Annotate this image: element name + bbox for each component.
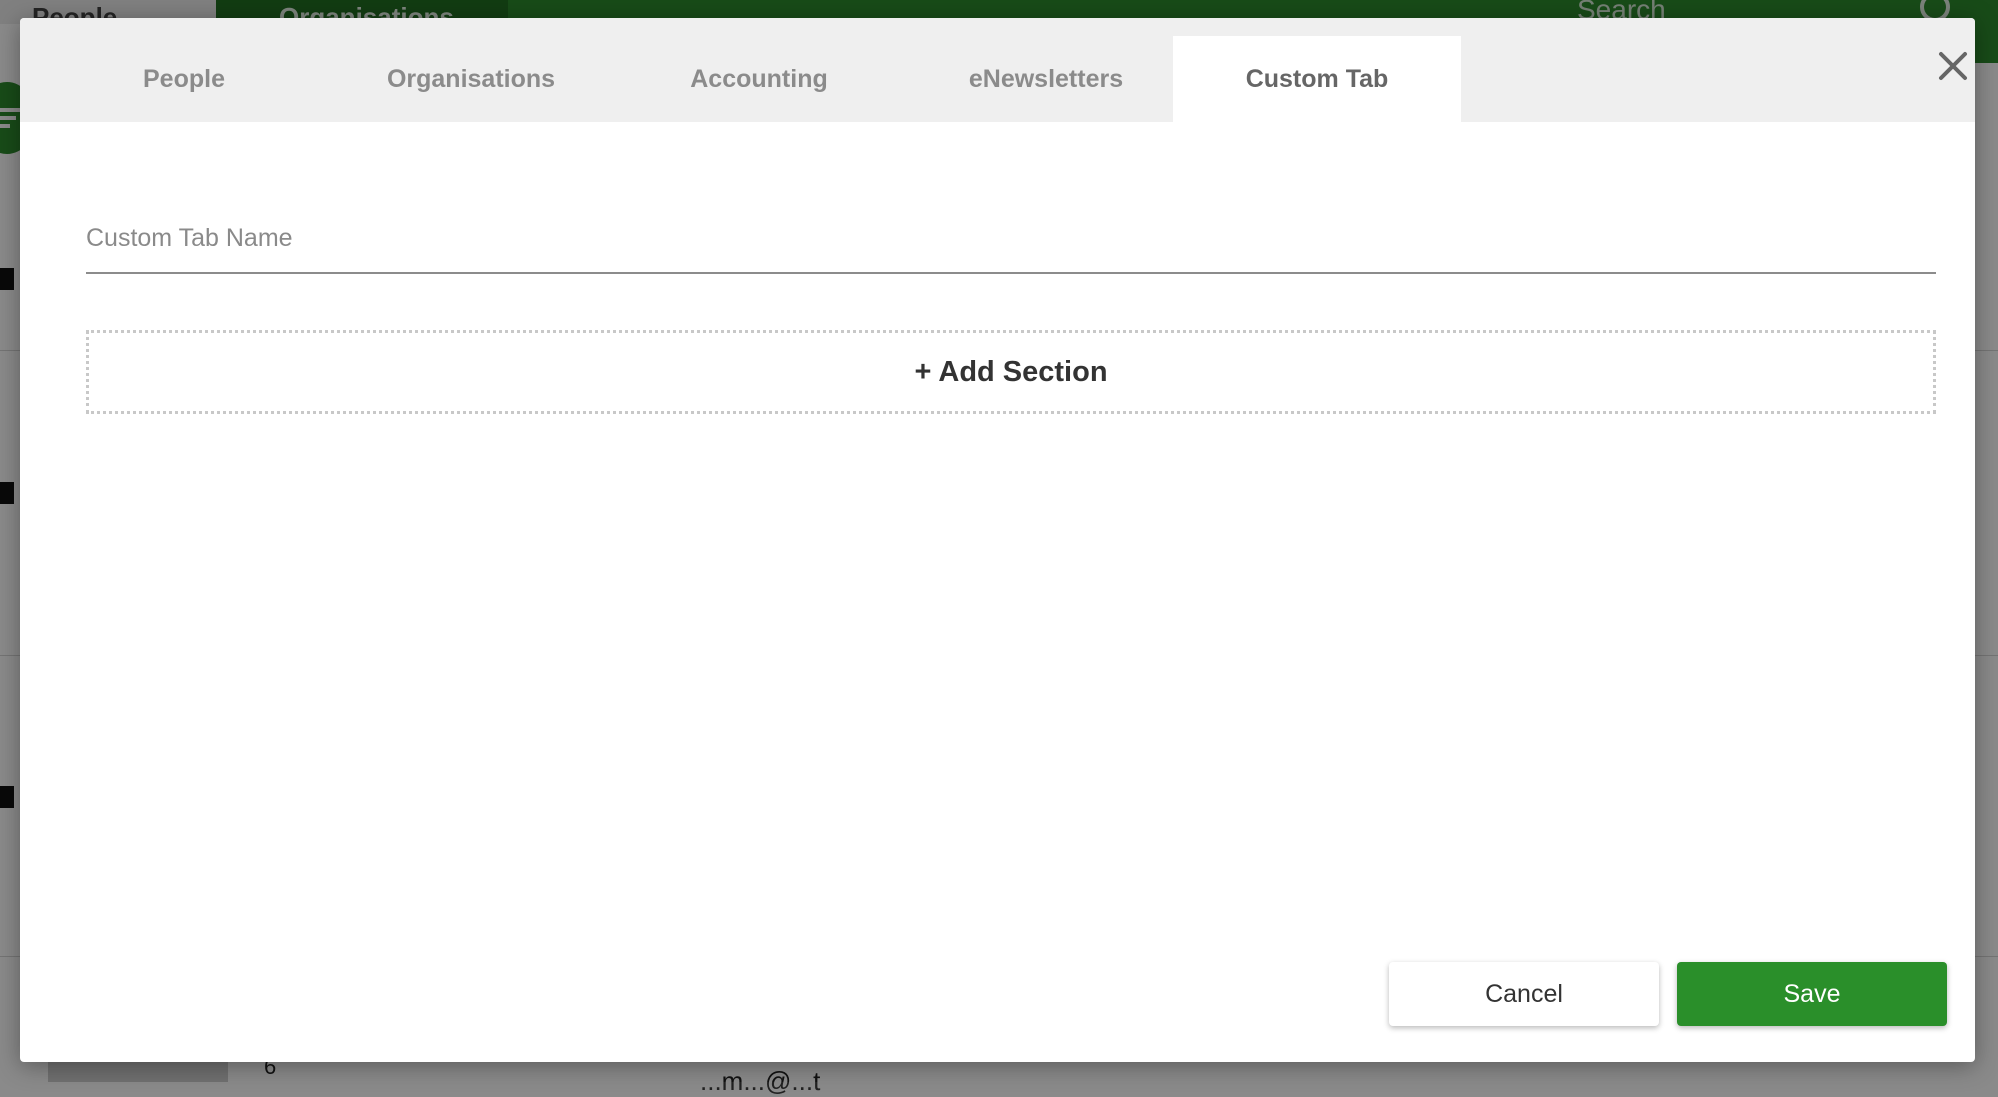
tab-organisations[interactable]: Organisations bbox=[327, 36, 615, 122]
tab-custom-tab[interactable]: Custom Tab bbox=[1173, 36, 1461, 122]
custom-tab-name-input[interactable] bbox=[86, 204, 1936, 274]
add-section-button[interactable]: + Add Section bbox=[86, 330, 1936, 414]
cancel-button[interactable]: Cancel bbox=[1389, 962, 1659, 1026]
tab-people[interactable]: People bbox=[40, 36, 328, 122]
close-icon bbox=[1939, 52, 1967, 80]
save-button[interactable]: Save bbox=[1677, 962, 1947, 1026]
modal-tab-bar: People Organisations Accounting eNewslet… bbox=[20, 18, 1975, 122]
tab-accounting[interactable]: Accounting bbox=[615, 36, 903, 122]
tab-enewsletters[interactable]: eNewsletters bbox=[902, 36, 1190, 122]
custom-tab-modal: People Organisations Accounting eNewslet… bbox=[20, 18, 1975, 1062]
close-button[interactable] bbox=[1935, 48, 1975, 92]
